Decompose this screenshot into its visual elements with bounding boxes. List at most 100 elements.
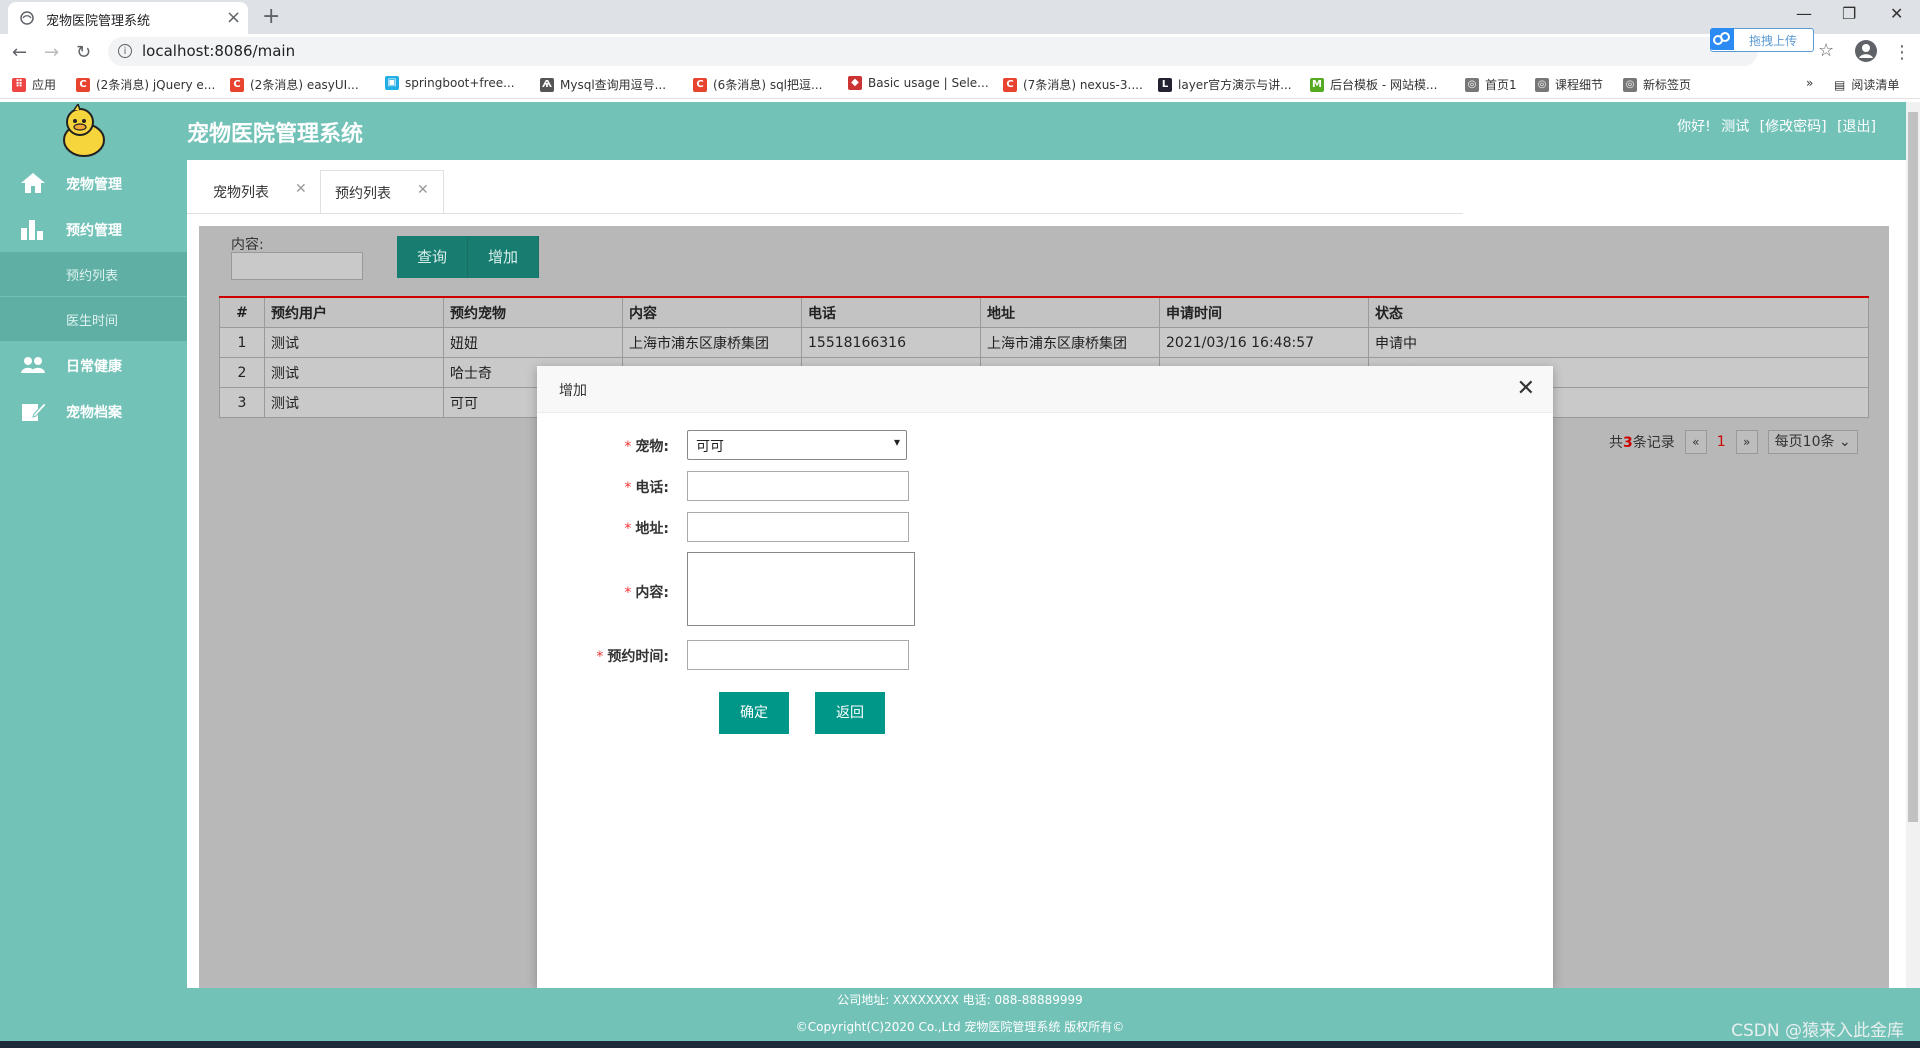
bookmark-item[interactable]: ▣ springboot+free... (385, 76, 515, 90)
watermark: CSDN @猿来入此金库 (1731, 1021, 1904, 1041)
apps-grid-icon: ⠿ (12, 77, 26, 92)
bookmark-item[interactable]: ◎ 首页1 (1465, 76, 1517, 93)
bookmark-item[interactable]: ◎ 新标签页 (1623, 76, 1691, 93)
sidebar-subitem-appointment-list[interactable]: 预约列表 (0, 252, 187, 296)
search-button-group: 查询 增加 (397, 236, 540, 278)
bookmark-label: springboot+free... (405, 76, 515, 90)
prev-page-button[interactable]: « (1684, 430, 1707, 454)
user-links: 你好! 测试 [修改密码] [退出] (1671, 116, 1876, 136)
table-header-row: # 预约用户 预约宠物 内容 电话 地址 申请时间 状态 (219, 296, 1869, 328)
username-link[interactable]: 测试 (1721, 119, 1749, 135)
pet-select[interactable]: 可可 ▾ (687, 430, 907, 460)
bookmark-label: 课程细节 (1555, 78, 1604, 92)
table-row[interactable]: 1 测试 妞妞 上海市浦东区康桥集团 15518166316 上海市浦东区康桥集团 2021… (219, 327, 1869, 358)
column-header: 电话 (801, 296, 981, 328)
back-icon[interactable]: ← (12, 42, 27, 63)
appointment-time-input[interactable] (687, 640, 909, 670)
bookmark-item[interactable]: M 后台模板 - 网站模... (1310, 76, 1437, 93)
os-taskbar (0, 1041, 1920, 1048)
close-window-icon[interactable]: ✕ (1890, 4, 1903, 23)
reload-icon[interactable]: ↻ (76, 42, 91, 63)
sidebar-subitem-label: 医生时间 (66, 314, 119, 329)
table-cell: 15518166316 (801, 327, 981, 358)
sidebar-item-pet-management[interactable]: 宠物管理 (0, 160, 187, 206)
tab-appointment-list[interactable]: 预约列表 ✕ (320, 170, 444, 213)
stack-icon: ◆ (848, 76, 862, 90)
csdn-icon: C (1003, 77, 1017, 92)
reading-list-button[interactable]: ▤ 阅读清单 (1834, 76, 1899, 93)
bookmark-label: (2条消息) easyUI... (250, 78, 359, 92)
appointment-time-field-label: * 预约时间: (596, 649, 669, 665)
sidebar-item-pet-records[interactable]: 宠物档案 (0, 388, 187, 434)
forward-icon[interactable]: → (44, 42, 59, 63)
upload-button[interactable]: 拖拽上传 (1710, 28, 1814, 52)
close-tab-icon[interactable]: ✕ (417, 182, 429, 198)
content-filter-input[interactable] (231, 252, 363, 280)
new-tab-icon[interactable]: + (262, 4, 280, 29)
menu-icon[interactable]: ⋮ (1893, 42, 1911, 63)
app-header: 宠物医院管理系统 你好! 测试 [修改密码] [退出] (0, 102, 1920, 160)
csdn-icon: C (76, 77, 90, 92)
dialog-header: 增加 ✕ (537, 366, 1553, 413)
bookmark-item[interactable]: C (7条消息) nexus-3.... (1003, 76, 1143, 93)
address-bar[interactable]: i localhost:8086/main (108, 37, 1758, 66)
bookmark-item[interactable]: C (2条消息) easyUI... (230, 76, 359, 93)
query-button[interactable]: 查询 (397, 236, 469, 278)
scrollbar-thumb[interactable] (1908, 112, 1918, 822)
back-button[interactable]: 返回 (815, 692, 885, 734)
minimize-icon[interactable]: — (1796, 4, 1812, 23)
layer-icon: L (1158, 77, 1172, 92)
bookmark-label: Basic usage | Sele... (868, 76, 989, 90)
tab-label: 宠物列表 (213, 185, 269, 201)
bookmarks-overflow-icon[interactable]: » (1806, 76, 1813, 90)
bookmark-item[interactable]: ◎ 课程细节 (1535, 76, 1603, 93)
profile-icon[interactable] (1854, 39, 1878, 63)
content-textarea[interactable] (687, 552, 915, 626)
sidebar-item-daily-health[interactable]: 日常健康 (0, 342, 187, 388)
logout-link[interactable]: [退出] (1837, 119, 1876, 135)
bookmark-label: (7条消息) nexus-3.... (1023, 78, 1143, 92)
bookmark-item[interactable]: C (2条消息) jQuery e... (76, 76, 215, 93)
users-icon (20, 354, 46, 376)
confirm-button[interactable]: 确定 (719, 692, 789, 734)
column-header: 状态 (1368, 296, 1869, 328)
bookmark-item[interactable]: ◆ Basic usage | Sele... (848, 76, 989, 90)
close-tab-icon[interactable]: ✕ (295, 181, 307, 197)
dialog-title: 增加 (559, 383, 587, 399)
star-icon[interactable]: ☆ (1818, 40, 1834, 61)
change-password-link[interactable]: [修改密码] (1760, 119, 1827, 135)
bookmark-label: 应用 (32, 78, 57, 92)
table-cell: 测试 (264, 327, 444, 358)
bookmark-item[interactable]: C (6条消息) sql把逗... (693, 76, 822, 93)
bookmark-label: 新标签页 (1643, 78, 1692, 92)
browser-tab[interactable]: 宠物医院管理系统 × (8, 2, 248, 34)
column-header: 预约宠物 (443, 296, 623, 328)
page-size-select[interactable]: 每页10条 ⌄ (1767, 430, 1858, 454)
bookmark-item[interactable]: Llayer官方演示与讲... (1158, 76, 1292, 93)
bookmark-label: 首页1 (1485, 78, 1517, 92)
current-page[interactable]: 1 (1717, 434, 1726, 450)
app-title: 宠物医院管理系统 (187, 122, 364, 147)
address-input[interactable] (687, 512, 909, 542)
info-icon[interactable]: i (118, 44, 132, 58)
edit-icon (20, 400, 46, 422)
restore-icon[interactable]: ❐ (1842, 4, 1856, 23)
close-icon[interactable]: ✕ (1517, 376, 1535, 401)
add-button[interactable]: 增加 (468, 236, 540, 278)
phone-input[interactable] (687, 471, 909, 501)
blog-icon: Ѧ (540, 77, 554, 92)
sidebar-item-appointment-management[interactable]: 预约管理 (0, 206, 187, 252)
csdn-icon: C (230, 77, 244, 92)
table-cell: 2 (219, 357, 265, 388)
column-header: 预约用户 (264, 296, 444, 328)
bar-chart-icon (20, 218, 44, 240)
tab-pet-list[interactable]: 宠物列表 ✕ (199, 170, 319, 212)
bookmark-item[interactable]: Ѧ Mysql查询用逗号... (540, 76, 666, 93)
next-page-button[interactable]: » (1735, 430, 1758, 454)
page-scrollbar[interactable] (1906, 102, 1920, 988)
column-header: 申请时间 (1159, 296, 1369, 328)
bookmark-item[interactable]: ⠿ 应用 (12, 76, 56, 93)
sidebar-subitem-doctor-time[interactable]: 医生时间 (0, 297, 187, 341)
duck-logo-icon (58, 104, 110, 158)
close-tab-icon[interactable]: × (226, 7, 241, 28)
